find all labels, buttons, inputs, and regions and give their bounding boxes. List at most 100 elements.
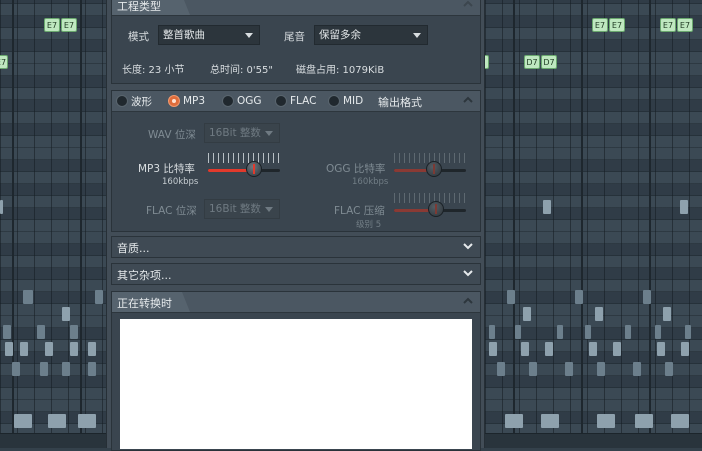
mp3-bitrate-slider[interactable] [208,153,280,183]
chevron-down-icon[interactable] [462,240,474,252]
ghost-note [497,362,505,376]
chevron-down-icon[interactable] [462,267,474,279]
timeline-strip [0,433,106,448]
ghost-note [663,307,671,321]
ghost-note [635,414,653,428]
ghost-note [489,325,495,339]
chevron-up-icon[interactable] [462,295,474,307]
misc-panel[interactable]: 其它杂项... [111,263,481,285]
note-block[interactable]: E7 [660,18,676,32]
panel-title: 正在转换时 [117,297,172,310]
ghost-note [565,362,573,376]
radio-label: MP3 [183,95,206,107]
note-block[interactable]: E7 [677,18,693,32]
mode-select[interactable]: 整首歌曲 [158,25,260,45]
ghost-note [597,362,605,376]
ghost-note [37,325,45,339]
slider-knob[interactable] [426,161,442,177]
ghost-note [585,325,591,339]
radio-label: MID [343,95,364,107]
ghost-note [3,325,11,339]
ghost-note [613,342,621,356]
misc-header[interactable]: 其它杂项... [112,264,480,284]
ghost-note [12,362,20,376]
flac-compress-slider[interactable] [394,193,466,223]
flac-depth-value: 16Bit 整数 [209,203,261,215]
chevron-up-icon[interactable] [462,0,474,10]
tail-select-value: 保留多余 [319,29,361,41]
ghost-note [505,414,523,428]
ghost-note [589,342,597,356]
note-block[interactable]: E7 [44,18,60,32]
panel-title: 其它杂项... [117,269,172,282]
panel-title: 输出格式 [378,96,422,109]
ghost-note [625,325,631,339]
length-text: 长度: 23 小节 [122,65,185,76]
note-block[interactable]: D7 [524,55,540,69]
ghost-note [680,200,688,214]
ghost-note [62,362,70,376]
project-type-panel: 工程类型 模式 整首歌曲 尾音 保留多余 长度: 23 小节 总时间: 0'55… [111,0,481,84]
ghost-note [70,325,78,339]
mp3-bitrate-label: MP3 比特率 [138,163,195,175]
flac-depth-select[interactable]: 16Bit 整数 [204,199,280,219]
disk-usage-text: 磁盘占用: 1079KiB [296,65,385,76]
ghost-note [5,342,13,356]
radio-label: FLAC [290,95,317,107]
panel-title: 音质... [117,242,150,255]
radio-icon [328,95,340,107]
slider-ticks [394,193,466,203]
ghost-note [541,414,559,428]
dropdown-arrow-icon [413,33,421,38]
mode-label: 模式 [128,31,149,43]
dropdown-arrow-icon [245,33,253,38]
wav-depth-select[interactable]: 16Bit 整数 [204,123,280,143]
radio-selected-icon [168,95,180,107]
note-block[interactable]: E7 [485,55,489,69]
ghost-note [557,325,563,339]
ghost-note [78,414,96,428]
slider-knob[interactable] [246,161,262,177]
ogg-bitrate-value: 160kbps [352,177,389,187]
bar-line [649,0,651,448]
note-block[interactable]: E7 [0,55,8,69]
quality-header[interactable]: 音质... [112,237,480,257]
bar-line [581,0,583,448]
ghost-note [507,290,515,304]
output-format-panel: 波形 MP3 OGG FLAC MID 输出格式 WAV 位深 16Bit 整数… [111,90,481,232]
ghost-note [575,290,583,304]
format-radio-flac[interactable]: FLAC [275,94,316,108]
flac-compress-value: 级别 5 [356,220,382,230]
bar-line [513,0,515,448]
ghost-note [595,307,603,321]
format-radio-wave[interactable]: 波形 [116,94,152,108]
ghost-note [40,362,48,376]
slider-knob[interactable] [428,201,444,217]
format-radio-mid[interactable]: MID [328,94,363,108]
tail-select[interactable]: 保留多余 [314,25,428,45]
ghost-note [655,325,661,339]
ghost-note [657,342,665,356]
note-block[interactable]: E7 [61,18,77,32]
ghost-note [45,342,53,356]
timeline-strip [485,433,702,448]
note-block[interactable]: D7 [541,55,557,69]
format-radio-mp3[interactable]: MP3 [168,94,205,108]
note-block[interactable]: E7 [592,18,608,32]
ghost-note [665,362,673,376]
dropdown-arrow-icon [265,131,273,136]
ghost-note [14,414,32,428]
piano-roll-right[interactable]: E7 E7 E7 E7 E7 D7 D7 [485,0,702,448]
piano-roll-left[interactable]: E7 E7 E7 [0,0,106,448]
ghost-note [515,325,521,339]
converting-header[interactable]: 正在转换时 [112,292,480,313]
chevron-up-icon[interactable] [462,94,474,106]
converting-panel: 正在转换时 [111,291,481,451]
quality-panel[interactable]: 音质... [111,236,481,258]
mp3-bitrate-value: 160kbps [162,177,199,187]
ghost-note [545,342,553,356]
project-type-header[interactable]: 工程类型 [112,0,480,16]
format-radio-ogg[interactable]: OGG [222,94,262,108]
note-block[interactable]: E7 [609,18,625,32]
ogg-bitrate-slider[interactable] [394,153,466,183]
